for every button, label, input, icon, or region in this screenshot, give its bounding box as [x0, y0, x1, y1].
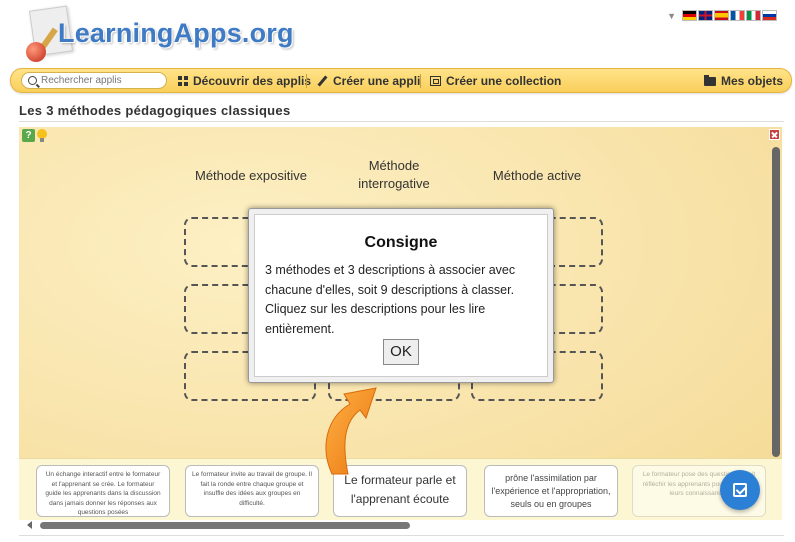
description-card[interactable]: prône l'assimilation par l'expérience et… [484, 465, 618, 517]
main-navbar: Découvrir des applis Créer une appli Cré… [10, 68, 792, 93]
nav-discover[interactable]: Découvrir des applis [178, 74, 311, 88]
app-toolbar: ? [22, 129, 47, 142]
column-header: Méthode interrogative [358, 158, 430, 191]
column-header: Méthode expositive [194, 168, 307, 183]
pencil-icon [317, 76, 328, 87]
flag-gb-icon[interactable] [698, 10, 713, 21]
dialog-text: 3 méthodes et 3 descriptions à associer … [265, 263, 516, 336]
ok-button[interactable]: OK [383, 339, 419, 365]
fullscreen-icon[interactable] [769, 129, 780, 140]
description-card[interactable]: Un échange interactif entre le formateur… [36, 465, 170, 517]
nav-create-app[interactable]: Créer une appli [317, 74, 420, 88]
site-header: LearningApps.org ▼ [0, 0, 795, 68]
nav-create-app-label: Créer une appli [333, 74, 421, 88]
flag-fr-icon[interactable] [730, 10, 745, 21]
flag-de-icon[interactable] [682, 10, 697, 21]
flag-es-icon[interactable] [714, 10, 729, 21]
check-button[interactable] [720, 470, 760, 510]
search-box[interactable] [21, 72, 167, 89]
scroll-left-icon[interactable] [27, 521, 32, 529]
logo-text[interactable]: LearningApps.org [58, 18, 294, 49]
language-dropdown-icon[interactable]: ▼ [667, 11, 676, 21]
divider [19, 121, 784, 122]
vertical-scrollbar[interactable] [772, 147, 780, 457]
flag-ru-icon[interactable] [762, 10, 777, 21]
help-icon[interactable]: ? [22, 129, 35, 142]
nav-my-objects-label: Mes objets [721, 74, 784, 88]
language-flags: ▼ [667, 10, 777, 21]
instructions-dialog: Consigne 3 méthodes et 3 descriptions à … [248, 208, 554, 383]
collection-icon [430, 76, 441, 86]
dialog-title: Consigne [364, 234, 438, 251]
search-icon [28, 76, 37, 85]
nav-create-collection-label: Créer une collection [446, 74, 562, 88]
horizontal-scrollbar[interactable] [40, 522, 410, 529]
folder-icon [704, 74, 716, 86]
description-card[interactable]: Le formateur invite au travail de groupe… [185, 465, 319, 517]
nav-my-objects[interactable]: Mes objets [704, 74, 783, 88]
hint-arrow-icon [325, 387, 377, 475]
card-tray: Un échange interactif entre le formateur… [19, 458, 782, 520]
page-title: Les 3 méthodes pédagogiques classiques [19, 103, 291, 118]
search-input[interactable] [41, 75, 151, 86]
column-header: Méthode active [492, 168, 582, 183]
nav-create-collection[interactable]: Créer une collection [430, 74, 561, 88]
lightbulb-icon[interactable] [37, 129, 47, 142]
check-icon [733, 483, 747, 497]
flag-it-icon[interactable] [746, 10, 761, 21]
divider [19, 535, 784, 536]
nav-discover-label: Découvrir des applis [193, 74, 312, 88]
grid-icon [178, 76, 188, 86]
